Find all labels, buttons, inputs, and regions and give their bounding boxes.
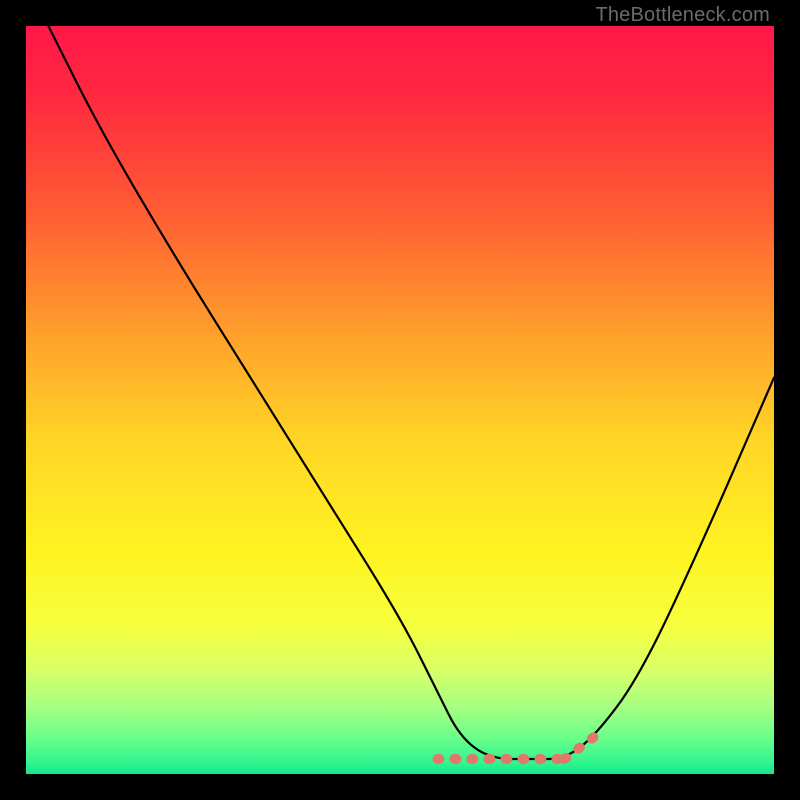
bottleneck-curve-svg	[26, 26, 774, 774]
watermark-text: TheBottleneck.com	[595, 4, 770, 27]
bottleneck-curve	[48, 26, 774, 759]
rising-dash	[565, 737, 595, 759]
chart-stage: TheBottleneck.com	[0, 0, 800, 800]
plot-area	[26, 26, 774, 774]
